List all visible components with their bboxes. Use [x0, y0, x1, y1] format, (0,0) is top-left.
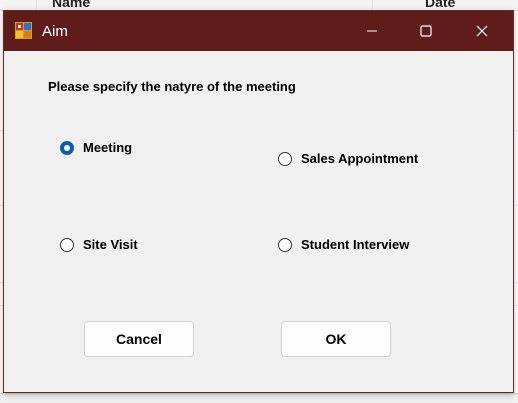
- maximize-icon: [420, 25, 432, 37]
- title-bar[interactable]: Aim: [4, 11, 513, 51]
- close-icon: [476, 25, 488, 37]
- radio-label[interactable]: Site Visit: [83, 237, 138, 252]
- radio-site-visit[interactable]: Site Visit: [60, 237, 138, 252]
- radio-student-interview[interactable]: Student Interview: [278, 237, 409, 252]
- minimize-icon: [367, 30, 377, 32]
- window-title: Aim: [42, 23, 68, 40]
- column-header-name[interactable]: Name: [52, 0, 90, 10]
- maximize-button[interactable]: [403, 11, 449, 51]
- meeting-type-dialog: Aim Please specify the natyre of the mee…: [3, 10, 514, 393]
- radio-unchecked-icon[interactable]: [60, 237, 74, 252]
- column-header-date[interactable]: Date: [425, 0, 455, 10]
- radio-label[interactable]: Student Interview: [301, 237, 409, 252]
- radio-checked-icon[interactable]: [60, 140, 74, 155]
- app-icon: [15, 22, 32, 39]
- radio-label[interactable]: Sales Appointment: [301, 151, 418, 166]
- cancel-button[interactable]: Cancel: [84, 321, 194, 357]
- ok-button[interactable]: OK: [281, 321, 391, 357]
- close-button[interactable]: [459, 11, 505, 51]
- dialog-prompt: Please specify the natyre of the meeting: [48, 79, 296, 94]
- radio-sales-appointment[interactable]: Sales Appointment: [278, 151, 418, 166]
- radio-meeting[interactable]: Meeting: [60, 140, 132, 155]
- minimize-button[interactable]: [349, 11, 395, 51]
- radio-unchecked-icon[interactable]: [278, 151, 292, 166]
- radio-unchecked-icon[interactable]: [278, 237, 292, 252]
- radio-label[interactable]: Meeting: [83, 140, 132, 155]
